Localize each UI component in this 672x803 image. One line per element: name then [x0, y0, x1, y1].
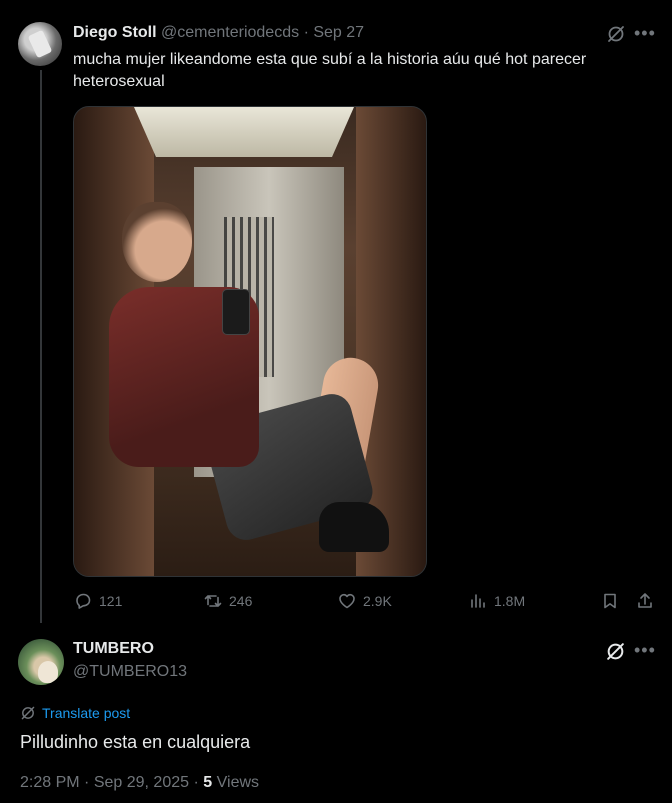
photo-phone: [222, 289, 250, 335]
more-icon[interactable]: •••: [634, 23, 656, 44]
analytics-icon: [471, 594, 485, 608]
grok-icon[interactable]: [606, 24, 626, 44]
repost-button[interactable]: 246: [203, 591, 252, 611]
reply-date[interactable]: Sep 29, 2025: [94, 774, 189, 791]
grok-icon[interactable]: [605, 641, 626, 662]
separator: ·: [303, 24, 309, 41]
like-count: 2.9K: [363, 593, 392, 609]
translate-post-link[interactable]: Translate post: [20, 705, 130, 721]
reply-more-icon[interactable]: •••: [634, 640, 656, 661]
bookmark-button[interactable]: [600, 591, 620, 611]
photo-ceiling-light: [134, 107, 354, 157]
thread-line: [40, 70, 42, 623]
tweet-date[interactable]: Sep 27: [313, 24, 364, 41]
reply-button[interactable]: 121: [73, 591, 122, 611]
repost-icon: [204, 595, 222, 607]
photo-person-head: [122, 202, 192, 282]
reply-time[interactable]: 2:28 PM: [20, 774, 80, 791]
reply-author-handle[interactable]: @TUMBERO13: [73, 663, 187, 681]
repost-count: 246: [229, 593, 253, 609]
tweet-text: mucha mujer likeandome esta que subí a l…: [73, 51, 587, 90]
translate-icon: [21, 706, 35, 720]
bookmark-icon: [604, 593, 616, 609]
photo-shoe: [319, 502, 389, 552]
share-icon: [638, 593, 652, 608]
author-handle[interactable]: @cementeriodecds: [161, 24, 299, 41]
share-button[interactable]: [635, 591, 655, 611]
translate-label: Translate post: [42, 705, 131, 721]
like-button[interactable]: 2.9K: [337, 591, 392, 611]
views-count: 1.8M: [494, 593, 526, 609]
heart-icon: [339, 593, 355, 609]
avatar[interactable]: [18, 22, 62, 66]
reply-header: TUMBERO @TUMBERO13: [73, 640, 187, 681]
tweet-photo[interactable]: [73, 106, 427, 577]
meta-separator: ·: [84, 774, 90, 791]
reply-views-count: 5: [203, 774, 213, 791]
reply-count: 121: [99, 593, 123, 609]
reply-avatar[interactable]: [18, 639, 64, 685]
author-name[interactable]: Diego Stoll: [73, 24, 157, 41]
reply-text: Pilludinho esta en cualquiera: [20, 732, 251, 752]
action-bar: 121 246 2.9K 1.8M: [0, 591, 672, 615]
meta-separator: ·: [193, 774, 199, 791]
tweet-header: Diego Stoll @cementeriodecds · Sep 27: [73, 24, 364, 42]
reply-icon: [76, 593, 91, 609]
reply-author-name[interactable]: TUMBERO: [73, 640, 187, 658]
reply-meta: 2:28 PM · Sep 29, 2025 · 5 Views: [20, 774, 259, 792]
reply-views-label: Views: [216, 774, 260, 791]
views-button[interactable]: 1.8M: [468, 591, 525, 611]
